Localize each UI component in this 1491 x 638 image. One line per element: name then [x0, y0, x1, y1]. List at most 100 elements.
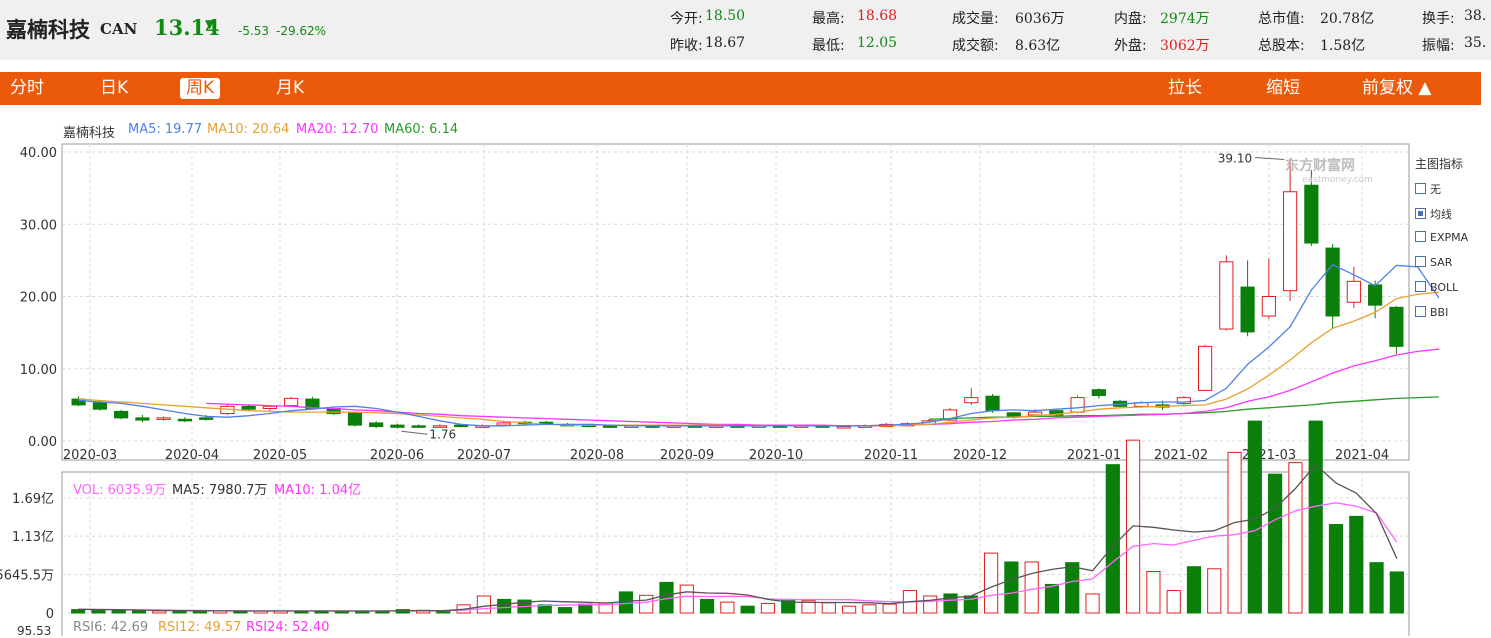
candle-body	[1027, 411, 1043, 416]
x-tick-label: 2020-03	[63, 448, 117, 463]
candle-body	[284, 397, 299, 407]
indicator-option-label: SAR	[1430, 256, 1453, 269]
candle-body	[347, 412, 363, 426]
x-tick-label: 2020-12	[953, 448, 1007, 463]
indicator-option-label: EXPMA	[1430, 231, 1469, 244]
volume-y-tick-label: 1.13亿	[12, 530, 54, 545]
legend-ma60: MA60: 6.14	[384, 122, 459, 137]
volume-bar	[821, 602, 836, 614]
volume-bar	[1268, 473, 1283, 614]
volume-bar	[476, 595, 491, 614]
volume-bar	[1369, 562, 1384, 614]
volume-bar	[1065, 562, 1080, 614]
candle-body	[602, 425, 618, 428]
indicator-option-label: BOLL	[1430, 281, 1459, 294]
indicator-option-bbi[interactable]: BBI	[1415, 306, 1448, 319]
volume-bar	[639, 594, 654, 614]
y-tick-label: 30.00	[20, 218, 57, 233]
x-tick-label: 2021-01	[1067, 448, 1121, 463]
volume-bar	[1328, 524, 1344, 614]
volume-bar	[1044, 583, 1060, 614]
candle-body	[1070, 397, 1085, 413]
candle-body	[1389, 306, 1404, 347]
volume-bar	[1349, 515, 1364, 614]
candle-body	[114, 410, 129, 419]
legend-rsi6: RSI6: 42.69	[73, 620, 149, 635]
volume-bar	[943, 593, 958, 614]
watermark-logo: 东方财富网	[1285, 158, 1355, 174]
ma20-line	[206, 348, 1439, 427]
candle-body	[1261, 296, 1276, 317]
x-tick-label: 2020-08	[570, 448, 624, 463]
volume-bar	[557, 607, 573, 614]
candle-body	[1240, 286, 1255, 333]
volume-bar	[111, 609, 126, 614]
volume-bar	[1085, 593, 1100, 614]
indicator-option-label: 无	[1430, 183, 1441, 196]
volume-bar	[1004, 561, 1019, 614]
high-annotation-arrow	[1255, 157, 1285, 161]
candle-body	[241, 405, 256, 410]
indicator-option-boll[interactable]: BOLL	[1415, 281, 1458, 294]
legend-ma20: MA20: 12.70	[296, 122, 379, 137]
volume-bar	[760, 602, 776, 614]
candle-body	[177, 418, 192, 422]
volume-y-tick-label: 1.69亿	[12, 492, 54, 507]
volume-bar	[131, 610, 147, 614]
x-tick-label: 2021-04	[1335, 448, 1389, 463]
candle-body	[1283, 191, 1298, 292]
x-tick-label: 2020-11	[864, 448, 918, 463]
candle-body	[964, 397, 979, 404]
volume-bar	[862, 604, 877, 614]
candle-body	[199, 417, 214, 420]
volume-bar	[740, 605, 755, 614]
volume-y-tick-label: 5645.5万	[0, 569, 54, 584]
x-tick-label: 2020-06	[370, 448, 424, 463]
indicator-option-sar[interactable]: SAR	[1415, 256, 1452, 269]
candle-body	[1219, 261, 1234, 330]
main-indicator-title: 主图指标	[1415, 157, 1464, 171]
candle-body	[262, 405, 278, 409]
volume-bar	[984, 552, 999, 614]
watermark-url: eastmoney.com	[1302, 175, 1373, 185]
volume-bar	[71, 609, 86, 614]
volume-bar	[497, 598, 512, 614]
volume-bar	[679, 584, 694, 614]
x-tick-label: 2020-04	[165, 448, 219, 463]
indicator-option-expma[interactable]: EXPMA	[1415, 231, 1468, 244]
volume-bar	[618, 591, 634, 614]
candle-body	[92, 402, 107, 410]
volume-bar	[720, 601, 735, 614]
volume-bar	[1389, 571, 1404, 614]
legend-vol: VOL: 6035.9万	[73, 483, 167, 498]
candle-body	[1325, 247, 1340, 317]
volume-bar	[1227, 451, 1242, 614]
candle-body	[1346, 280, 1361, 303]
legend-vol-ma5: MA5: 7980.7万	[172, 483, 268, 498]
y-tick-label: 0.00	[28, 435, 57, 450]
checkbox-icon[interactable]	[1415, 281, 1426, 292]
checkbox-icon[interactable]	[1415, 183, 1426, 194]
y-tick-label: 20.00	[20, 291, 57, 306]
volume-bar	[1288, 462, 1303, 614]
low-annotation-label: 1.76	[429, 427, 456, 441]
volume-bar	[882, 603, 897, 614]
checkbox-icon[interactable]	[1415, 208, 1426, 219]
checkbox-icon[interactable]	[1415, 306, 1426, 317]
checkbox-icon[interactable]	[1415, 231, 1426, 242]
x-tick-label: 2020-09	[660, 448, 714, 463]
candle-body	[496, 422, 511, 426]
kline-chart[interactable]: 40.00 30.00 20.00 10.00 0.00 2020-03 2020-04 20…	[0, 0, 1491, 636]
x-tick-label: 2021-02	[1154, 448, 1208, 463]
volume-bar	[1105, 464, 1120, 614]
volume-bar	[1207, 568, 1222, 614]
volume-bar	[1146, 570, 1161, 614]
checkbox-icon[interactable]	[1415, 256, 1426, 267]
candle-body	[390, 424, 405, 428]
legend-rsi12: RSI12: 49.57	[158, 620, 242, 635]
y-tick-label: 10.00	[20, 363, 57, 378]
indicator-option-均线[interactable]: 均线	[1415, 206, 1452, 222]
volume-bar	[1308, 420, 1323, 614]
indicator-option-无[interactable]: 无	[1415, 181, 1441, 197]
volume-bar	[699, 598, 715, 614]
